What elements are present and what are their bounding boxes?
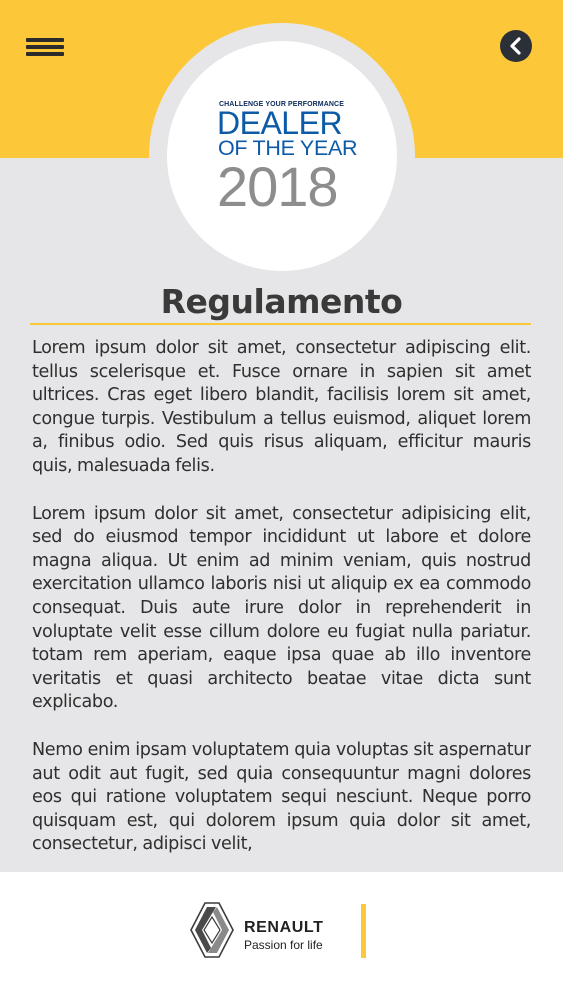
logo-dealer-text: DEALER [217, 105, 343, 141]
brand-tagline: Passion for life [244, 938, 323, 952]
menu-line [26, 45, 64, 49]
title-underline [30, 323, 531, 325]
renault-diamond-logo-icon [190, 902, 234, 958]
hamburger-menu-icon[interactable] [26, 36, 64, 60]
paragraph: Nemo enim ipsam voluptatem quia voluptas… [32, 739, 531, 855]
footer: RENAULT Passion for life [0, 872, 563, 1000]
menu-line [26, 52, 64, 56]
paragraph: Lorem ipsum dolor sit amet, consectetur … [32, 503, 531, 713]
menu-line [26, 38, 64, 42]
logo-year-number: 2018 [217, 155, 339, 218]
footer-accent-bar [361, 904, 366, 958]
back-button[interactable] [500, 30, 532, 62]
brand-name: RENAULT [244, 919, 324, 936]
dealer-of-the-year-logo: CHALLENGE YOUR PERFORMANCE DEALER OF THE… [167, 41, 397, 271]
regulation-text-content[interactable]: Lorem ipsum dolor sit amet, consectetur … [32, 337, 531, 872]
chevron-left-icon [510, 37, 521, 55]
page-title: Regulamento [160, 282, 403, 321]
paragraph: Lorem ipsum dolor sit amet, consectetur … [32, 338, 531, 476]
